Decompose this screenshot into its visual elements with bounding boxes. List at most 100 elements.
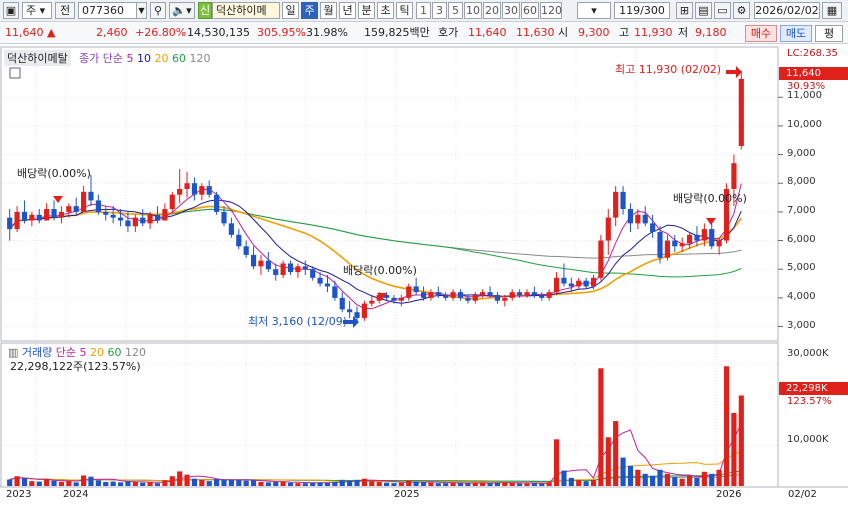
period-tab-6[interactable]: 틱 <box>396 2 413 19</box>
price-volume-chart[interactable] <box>0 46 848 505</box>
prev-button[interactable]: 전 <box>55 2 75 19</box>
interval-tab-10[interactable]: 10 <box>464 2 482 19</box>
candle-body <box>553 277 560 293</box>
period-tab-2[interactable]: 월 <box>320 2 337 19</box>
save-icon[interactable]: ▭ <box>714 2 731 19</box>
calendar-icon[interactable]: ▦ <box>822 2 842 19</box>
period-tab-3[interactable]: 년 <box>339 2 356 19</box>
toolbar: ▣ 주 ▾ 전 077360 ▼ ⚲ 🔈▾ 신 덕산하이메 일주월년분초틱 13… <box>0 0 848 22</box>
volume-bar <box>117 482 124 486</box>
volume-bar <box>672 477 678 486</box>
candle-body <box>214 194 220 212</box>
buy-button[interactable]: 매수 <box>745 25 777 42</box>
candle-body <box>88 191 94 201</box>
volume-bar <box>361 478 368 486</box>
candle-body <box>361 303 368 318</box>
period-tab-4[interactable]: 분 <box>358 2 375 19</box>
candle-body <box>524 292 530 296</box>
candle-body <box>66 206 72 212</box>
chart-icon[interactable]: ▤ <box>695 2 712 19</box>
volume-bar <box>398 482 404 486</box>
volume-bar <box>347 480 353 486</box>
candle-body <box>250 254 257 267</box>
candle-body <box>480 292 486 296</box>
volume-bar <box>21 478 28 486</box>
volume-bar <box>51 480 57 486</box>
volume-bar <box>236 480 242 486</box>
candle-body <box>44 209 50 221</box>
candle-body <box>221 211 227 224</box>
market-select[interactable]: 주 ▾ <box>22 2 52 19</box>
window-icon[interactable]: ▣ <box>3 2 19 19</box>
dividend-annotation-3: 배당락(0.00%) <box>673 192 747 205</box>
speaker-icon[interactable]: 🔈▾ <box>169 2 195 19</box>
candle-body <box>716 240 722 247</box>
ma120-legend: 120 <box>189 52 211 65</box>
volume-bar <box>214 479 220 486</box>
dividend-annotation-2: 배당락(0.00%) <box>343 264 417 277</box>
interval-tab-30[interactable]: 30 <box>502 2 520 19</box>
interval-tab-120[interactable]: 120 <box>540 2 562 19</box>
volume-bar <box>7 479 13 486</box>
volume-bar <box>635 469 641 486</box>
period-tab-0[interactable]: 일 <box>282 2 299 19</box>
search-icon[interactable]: ⚲ <box>150 2 166 19</box>
volume-bar <box>435 483 441 486</box>
interval-tab-20[interactable]: 20 <box>483 2 501 19</box>
volume-bar <box>14 476 20 486</box>
candle-body <box>694 234 700 241</box>
candle-body <box>738 78 744 146</box>
candle-body <box>613 191 619 218</box>
price-tick-8: 3,000 <box>787 319 816 331</box>
candle-body <box>494 295 501 301</box>
period-tab-1[interactable]: 주 <box>301 2 318 19</box>
candle-body <box>140 217 146 224</box>
volume-bar <box>125 481 131 486</box>
candle-body <box>561 277 567 284</box>
interval-tab-3[interactable]: 3 <box>432 2 447 19</box>
volume-bar <box>354 479 360 486</box>
chart-area[interactable]: 덕산하이메탈 종가 단순 5 10 20 60 120 최고 11,930 (0… <box>0 46 848 505</box>
candle-body <box>509 292 515 298</box>
count-field[interactable]: 119/300 <box>614 2 670 19</box>
candle-body <box>236 234 242 247</box>
interval-tab-5[interactable]: 5 <box>448 2 463 19</box>
candle-body <box>650 223 656 232</box>
data-icon[interactable]: ⊞ <box>676 2 693 19</box>
sell-button[interactable]: 매도 <box>780 25 812 42</box>
turnover: 31.98% <box>306 26 348 39</box>
low-price: 9,180 <box>695 26 727 39</box>
ma5-line <box>9 183 742 310</box>
volume-tick-30000k: 30,000K <box>787 348 829 359</box>
candle-body <box>347 309 353 313</box>
candle-body <box>465 297 471 301</box>
volume-bar <box>376 481 382 486</box>
volume-bar <box>487 483 493 486</box>
interval-dropdown[interactable]: ▾ <box>577 2 611 19</box>
interval-tab-1[interactable]: 1 <box>416 2 431 19</box>
period-tab-5[interactable]: 초 <box>377 2 394 19</box>
volume-bar <box>583 481 589 486</box>
hoga-label: 호가 <box>438 26 459 39</box>
date-field[interactable]: 2026/02/02 <box>754 2 820 19</box>
volume-bar <box>686 475 693 486</box>
eval-button[interactable]: 평 <box>815 25 843 42</box>
time-label-2024: 2024 <box>63 489 89 500</box>
candle-body <box>125 220 131 227</box>
price-tick-4: 7,000 <box>787 204 816 216</box>
candle-body <box>590 277 597 287</box>
settings-icon[interactable]: ⚙ <box>733 2 750 19</box>
candle-body <box>686 234 693 244</box>
candle-body <box>487 292 493 296</box>
candle-body <box>103 211 109 215</box>
volume-bar <box>568 477 574 486</box>
code-dropdown-icon[interactable]: ▼ <box>136 2 147 19</box>
open-label: 시 <box>558 26 569 39</box>
volume-tick-10000k: 10,000K <box>787 434 829 445</box>
candle-body <box>420 292 427 298</box>
candle-body <box>583 280 589 287</box>
ma20-legend: 20 <box>154 52 169 65</box>
volume-bar <box>243 480 249 486</box>
volume-bar <box>184 474 190 486</box>
interval-tab-60[interactable]: 60 <box>521 2 539 19</box>
